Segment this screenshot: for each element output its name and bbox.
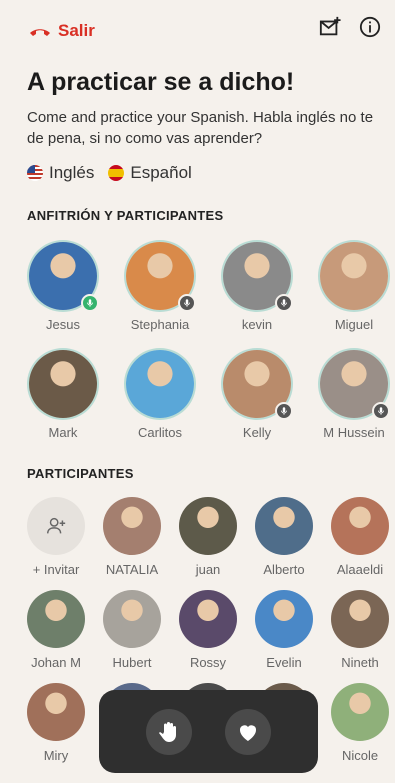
avatar — [223, 350, 293, 420]
person-name: Nineth — [341, 655, 379, 670]
person-name: Alaaeldi — [336, 562, 384, 577]
phone-hangup-icon — [30, 29, 50, 36]
hand-icon — [158, 721, 176, 742]
avatar — [320, 350, 390, 420]
info-icon[interactable] — [359, 16, 381, 38]
mic-muted-icon — [178, 294, 196, 312]
spain-flag-icon — [108, 165, 125, 181]
avatar — [27, 683, 85, 741]
avatar — [179, 497, 237, 555]
mic-muted-icon — [275, 294, 293, 312]
room-title: A practicar se a dicho! — [27, 68, 295, 96]
host-tile[interactable]: Jesus — [18, 242, 108, 332]
host-tile[interactable]: Kelly — [212, 350, 302, 440]
host-tile[interactable]: M Hussein — [309, 350, 395, 440]
room-description: Come and practice your Spanish. Habla in… — [27, 109, 374, 147]
avatar — [255, 497, 313, 555]
person-name: M Hussein — [323, 425, 385, 440]
avatar — [255, 590, 313, 648]
participant-tile[interactable]: Nicole — [315, 683, 395, 763]
raise-hand-button[interactable] — [145, 708, 192, 755]
person-name: Nicole — [341, 748, 379, 763]
language-spanish: Español — [108, 163, 192, 183]
exit-button[interactable]: Salir — [28, 19, 95, 43]
language-english: Inglés — [27, 163, 94, 183]
mic-icon — [81, 294, 99, 312]
host-tile[interactable]: Stephania — [115, 242, 205, 332]
heart-button[interactable] — [225, 708, 272, 755]
mail-add-icon[interactable] — [319, 16, 341, 38]
participant-tile[interactable]: Nineth — [315, 590, 395, 670]
mic-muted-icon — [275, 402, 293, 420]
avatar — [126, 350, 194, 418]
reaction-bar — [99, 690, 318, 773]
us-flag-icon — [27, 165, 43, 181]
language-list: Inglés Español — [27, 163, 198, 183]
avatar — [29, 242, 99, 312]
exit-label: Salir — [58, 21, 95, 40]
person-name: Miry — [43, 748, 69, 763]
hosts-heading: ANFITRIÓN Y PARTICIPANTES — [27, 208, 224, 223]
person-name: Carlitos — [137, 425, 183, 440]
heart-icon — [240, 724, 257, 741]
avatar — [126, 242, 196, 312]
mic-muted-icon — [372, 402, 390, 420]
person-name: Stephania — [130, 317, 190, 332]
avatar — [331, 590, 389, 648]
avatar — [331, 683, 389, 741]
avatar — [223, 242, 293, 312]
host-tile[interactable]: Miguel — [309, 242, 395, 332]
host-tile[interactable]: Carlitos — [115, 350, 205, 440]
avatar — [331, 497, 389, 555]
avatar — [179, 590, 237, 648]
participant-tile[interactable]: Alaaeldi — [315, 497, 395, 577]
person-name: Jesus — [46, 317, 80, 332]
participants-heading: PARTICIPANTES — [27, 466, 134, 481]
person-name: kevin — [241, 317, 273, 332]
avatar — [103, 497, 161, 555]
avatar — [27, 590, 85, 648]
avatar — [320, 242, 388, 310]
avatar — [103, 590, 161, 648]
host-tile[interactable]: kevin — [212, 242, 302, 332]
top-bar: Salir — [0, 14, 395, 44]
person-name: Mark — [48, 425, 78, 440]
person-name: Kelly — [242, 425, 272, 440]
person-name: Miguel — [334, 317, 374, 332]
avatar — [29, 350, 97, 418]
host-tile[interactable]: Mark — [18, 350, 108, 440]
add-user-icon — [27, 497, 85, 555]
